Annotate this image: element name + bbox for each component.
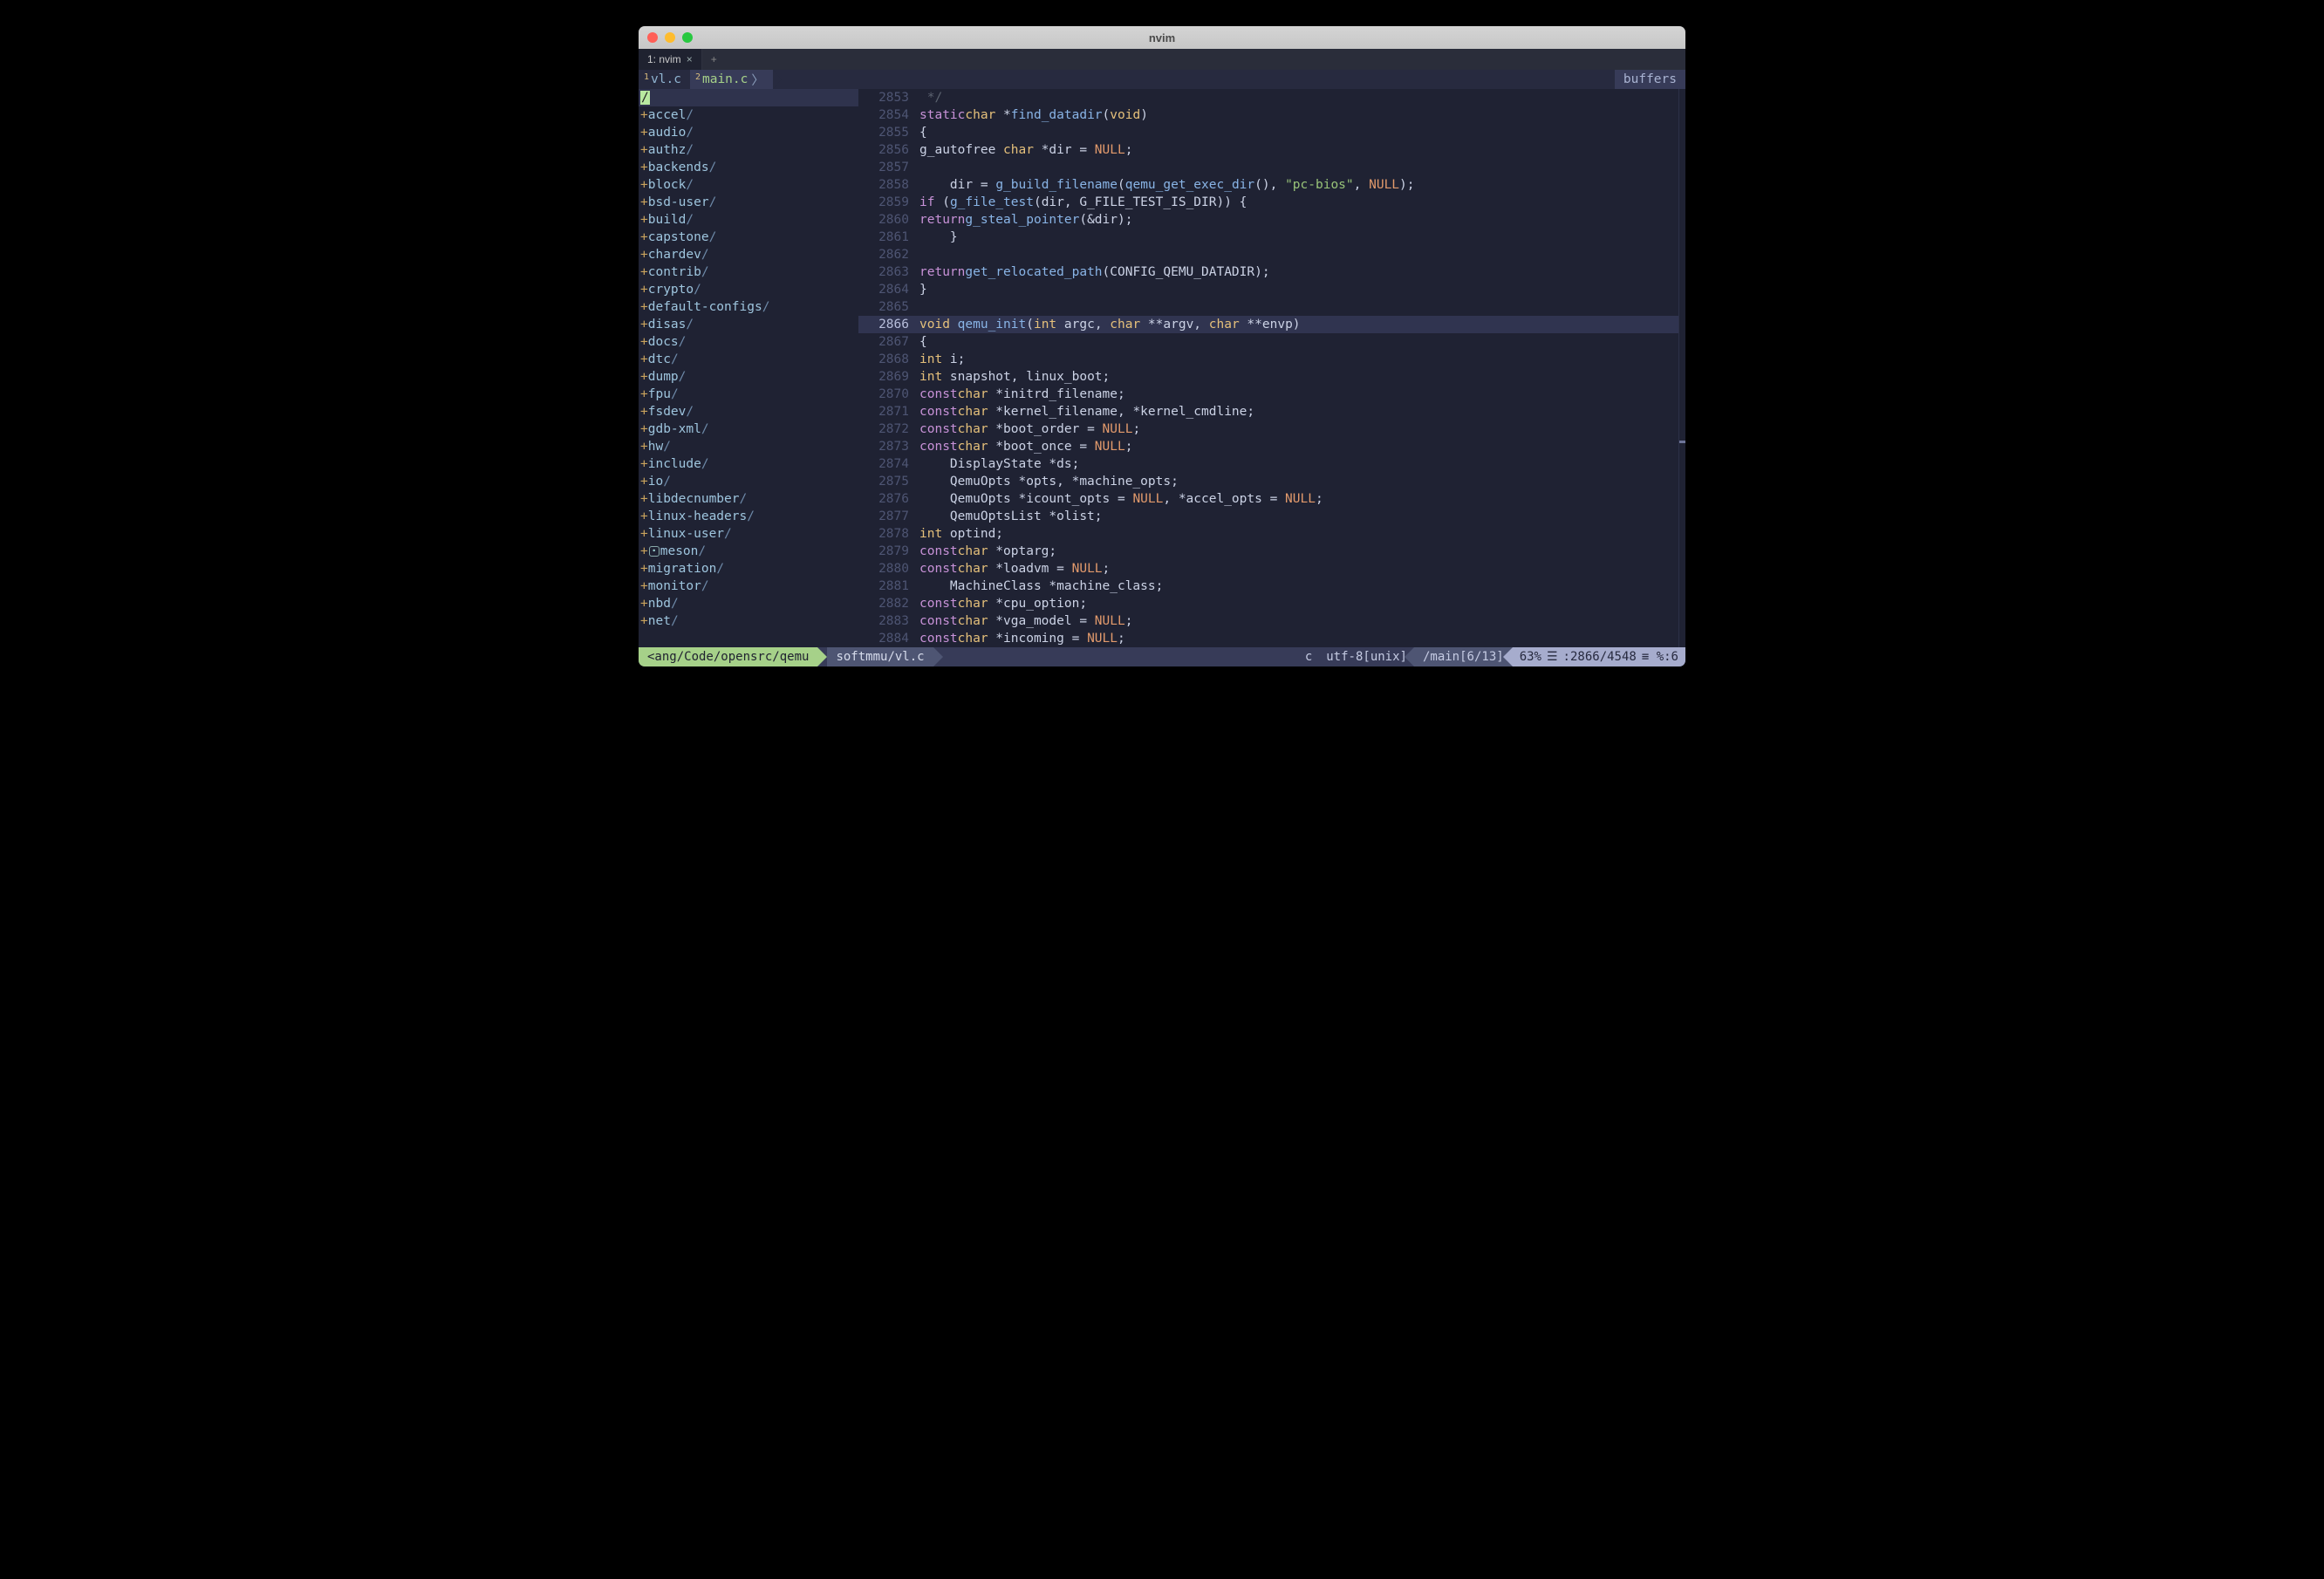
code-line[interactable]: 2872 const char *boot_order = NULL; xyxy=(858,420,1678,438)
tree-item[interactable]: + disas/ xyxy=(639,316,858,333)
tree-item[interactable]: + contrib/ xyxy=(639,263,858,281)
code-line[interactable]: 2856 g_autofree char *dir = NULL; xyxy=(858,141,1678,159)
code-line[interactable]: 2863 return get_relocated_path(CONFIG_QE… xyxy=(858,263,1678,281)
chevron-right-icon: 〉 xyxy=(751,71,764,89)
code-line[interactable]: 2864} xyxy=(858,281,1678,298)
code-line[interactable]: 2853 */ xyxy=(858,89,1678,106)
code-line[interactable]: 2882 const char *cpu_option; xyxy=(858,595,1678,612)
code-line[interactable]: 2857 xyxy=(858,159,1678,176)
status-cwd: <ang/Code/opensrc/qemu xyxy=(639,647,817,666)
tree-item[interactable]: + audio/ xyxy=(639,124,858,141)
tree-item[interactable]: + bsd-user/ xyxy=(639,194,858,211)
code-line[interactable]: 2868 int i; xyxy=(858,351,1678,368)
code-line[interactable]: 2861 } xyxy=(858,229,1678,246)
tree-item[interactable]: + fsdev/ xyxy=(639,403,858,420)
code-line[interactable]: 2866void qemu_init(int argc, char **argv… xyxy=(858,316,1678,333)
code-line[interactable]: 2880 const char *loadvm = NULL; xyxy=(858,560,1678,578)
tree-item[interactable]: + monitor/ xyxy=(639,578,858,595)
code-line[interactable]: 2881 MachineClass *machine_class; xyxy=(858,578,1678,595)
code-line[interactable]: 2854static char *find_datadir(void) xyxy=(858,106,1678,124)
tree-item[interactable]: + dtc/ xyxy=(639,351,858,368)
tree-item[interactable]: + chardev/ xyxy=(639,246,858,263)
bufferline: 1vl.c 2main.c 〉 buffers xyxy=(639,70,1685,89)
tree-item[interactable]: + gdb-xml/ xyxy=(639,420,858,438)
status-position: 63% ☰:2866/4548 ≡ %:6 xyxy=(1513,647,1685,666)
code-line[interactable]: 2865 xyxy=(858,298,1678,316)
buffers-label: buffers xyxy=(1615,70,1685,89)
code-line[interactable]: 2873 const char *boot_once = NULL; xyxy=(858,438,1678,455)
terminal-tabbar: 1: nvim × + xyxy=(639,49,1685,70)
tree-item[interactable]: + dump/ xyxy=(639,368,858,386)
tree-item[interactable]: + libdecnumber/ xyxy=(639,490,858,508)
tree-item[interactable]: + net/ xyxy=(639,612,858,630)
close-icon[interactable]: × xyxy=(687,53,693,65)
tree-item[interactable]: + migration/ xyxy=(639,560,858,578)
tree-item[interactable]: + ∙meson/ xyxy=(639,543,858,560)
tree-item[interactable]: + linux-headers/ xyxy=(639,508,858,525)
tree-item[interactable]: + io/ xyxy=(639,473,858,490)
scrollbar[interactable] xyxy=(1678,89,1685,647)
tree-item[interactable]: + capstone/ xyxy=(639,229,858,246)
code-line[interactable]: 2862 xyxy=(858,246,1678,263)
tree-item[interactable]: + block/ xyxy=(639,176,858,194)
tree-item[interactable]: + crypto/ xyxy=(639,281,858,298)
status-filetype: c xyxy=(1298,647,1319,666)
code-line[interactable]: 2876 QemuOpts *icount_opts = NULL, *acce… xyxy=(858,490,1678,508)
tree-item[interactable]: + linux-user/ xyxy=(639,525,858,543)
code-line[interactable]: 2874 DisplayState *ds; xyxy=(858,455,1678,473)
code-line[interactable]: 2879 const char *optarg; xyxy=(858,543,1678,560)
code-line[interactable]: 2884 const char *incoming = NULL; xyxy=(858,630,1678,647)
tree-item[interactable]: + docs/ xyxy=(639,333,858,351)
tree-item[interactable]: + authz/ xyxy=(639,141,858,159)
tree-item[interactable]: + hw/ xyxy=(639,438,858,455)
code-line[interactable]: 2878 int optind; xyxy=(858,525,1678,543)
code-line[interactable]: 2883 const char *vga_model = NULL; xyxy=(858,612,1678,630)
code-line[interactable]: 2858 dir = g_build_filename(qemu_get_exe… xyxy=(858,176,1678,194)
tree-item[interactable]: + fpu/ xyxy=(639,386,858,403)
buffer-tab-vl[interactable]: 1vl.c xyxy=(639,70,690,89)
file-tree[interactable]: / + accel/ + audio/ + authz/ + backends/… xyxy=(639,89,858,647)
tree-item[interactable]: + include/ xyxy=(639,455,858,473)
editor-content: / + accel/ + audio/ + authz/ + backends/… xyxy=(639,89,1685,647)
code-line[interactable]: 2870 const char *initrd_filename; xyxy=(858,386,1678,403)
code-pane[interactable]: 2853 */2854static char *find_datadir(voi… xyxy=(858,89,1678,647)
add-tab-button[interactable]: + xyxy=(702,49,726,70)
tree-item[interactable]: + accel/ xyxy=(639,106,858,124)
buffer-tab-main[interactable]: 2main.c 〉 xyxy=(690,70,773,89)
status-encoding: utf-8[unix] xyxy=(1319,647,1414,666)
terminal-tab[interactable]: 1: nvim × xyxy=(639,49,702,70)
window-title: nvim xyxy=(639,31,1685,44)
terminal-tab-label: 1: nvim xyxy=(647,53,681,65)
tree-item[interactable]: + build/ xyxy=(639,211,858,229)
tree-item[interactable]: + nbd/ xyxy=(639,595,858,612)
tree-item[interactable]: + default-configs/ xyxy=(639,298,858,316)
code-line[interactable]: 2871 const char *kernel_filename, *kerne… xyxy=(858,403,1678,420)
code-line[interactable]: 2875 QemuOpts *opts, *machine_opts; xyxy=(858,473,1678,490)
code-line[interactable]: 2860 return g_steal_pointer(&dir); xyxy=(858,211,1678,229)
code-line[interactable]: 2869 int snapshot, linux_boot; xyxy=(858,368,1678,386)
code-line[interactable]: 2867{ xyxy=(858,333,1678,351)
tree-item[interactable]: + backends/ xyxy=(639,159,858,176)
status-search: /main[6/13] xyxy=(1414,647,1513,666)
status-filename: softmmu/vl.c xyxy=(827,647,933,666)
code-line[interactable]: 2859 if (g_file_test(dir, G_FILE_TEST_IS… xyxy=(858,194,1678,211)
tree-header: / xyxy=(639,89,858,106)
line-icon: ☰ xyxy=(1547,650,1558,664)
code-line[interactable]: 2855{ xyxy=(858,124,1678,141)
code-line[interactable]: 2877 QemuOptsList *olist; xyxy=(858,508,1678,525)
titlebar[interactable]: nvim xyxy=(639,26,1685,49)
terminal-window: nvim 1: nvim × + 1vl.c 2main.c 〉 buffers… xyxy=(639,26,1685,666)
statusline: <ang/Code/opensrc/qemu softmmu/vl.c c ut… xyxy=(639,647,1685,666)
